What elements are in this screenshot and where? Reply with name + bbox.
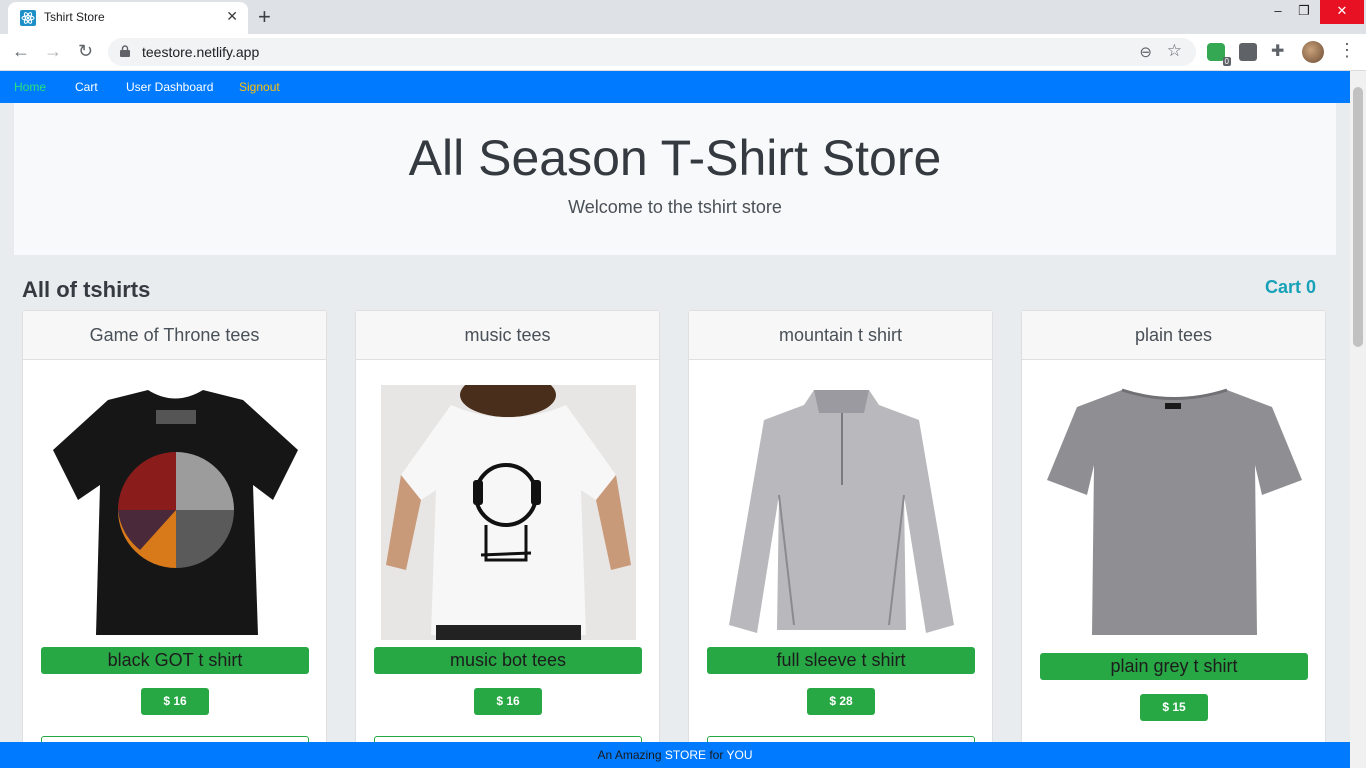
product-name-badge: plain grey t shirt [1040,653,1308,680]
page-subtitle: Welcome to the tshirt store [568,197,782,217]
extension-badge: 0 [1222,57,1231,66]
profile-avatar[interactable] [1302,41,1324,63]
product-image-got-tshirt [53,390,298,635]
back-icon[interactable]: ← [12,41,30,62]
product-name-badge: black GOT t shirt [41,647,309,674]
product-name-badge: music bot tees [374,647,642,674]
site-navbar: Home Cart User Dashboard Signout [0,71,1350,103]
extension-shield-icon[interactable]: 0 [1207,43,1231,66]
cart-count-link[interactable]: Cart 0 [1265,277,1316,298]
product-category: plain tees [1022,311,1325,360]
window-close-button[interactable]: ✕ [1320,0,1364,24]
extensions-puzzle-icon[interactable]: ✚ [1271,41,1289,60]
new-tab-icon[interactable]: + [258,4,271,30]
tab-close-icon[interactable]: ✕ [226,8,238,25]
product-category: music tees [356,311,659,360]
page-title: All Season T-Shirt Store [408,130,942,186]
bookmark-star-icon[interactable]: ☆ [1167,41,1182,61]
product-image-full-sleeve-shirt [729,390,954,633]
tab-title: Tshirt Store [44,10,105,24]
product-price-button[interactable]: $ 16 [474,688,542,715]
page-scrollbar[interactable] [1350,71,1366,768]
address-bar[interactable]: teestore.netlify.app ⊖ ☆ [108,38,1196,66]
page-viewport: Home Cart User Dashboard Signout All Sea… [0,71,1350,768]
product-card: music tees music bot tees $ 16 [355,310,660,768]
extension-lastpass-icon[interactable] [1239,43,1257,61]
product-card: plain tees plain grey t shirt $ 15 [1021,310,1326,768]
nav-cart-link[interactable]: Cart [75,80,98,94]
jumbotron: All Season T-Shirt Store Welcome to the … [14,103,1336,255]
scrollbar-thumb[interactable] [1353,87,1363,347]
forward-icon[interactable]: → [44,41,62,62]
nav-user-dashboard-link[interactable]: User Dashboard [126,80,213,94]
react-logo-icon [20,10,36,26]
browser-toolbar: ← → ↻ teestore.netlify.app ⊖ ☆ 0 ✚ ⋮ [0,34,1366,71]
url-text: teestore.netlify.app [142,44,260,60]
product-card: mountain t shirt full sleeve t shirt $ 2… [688,310,993,768]
browser-tab[interactable]: Tshirt Store ✕ [8,2,248,34]
product-category: Game of Throne tees [23,311,326,360]
footer-middle: for [709,748,724,762]
product-card: Game of Throne tees black GOT t shirt $ … [22,310,327,768]
zoom-icon[interactable]: ⊖ [1139,43,1152,61]
lock-icon [120,45,130,57]
products-heading: All of tshirts [22,277,151,302]
reload-icon[interactable]: ↻ [78,41,93,62]
footer-you: YOU [726,748,753,762]
product-category: mountain t shirt [689,311,992,360]
browser-tab-strip: Tshirt Store ✕ + – ❐ ✕ [0,0,1366,34]
site-footer: An Amazing STORE for YOU [0,742,1350,768]
product-image-plain-grey-tee [1047,388,1302,635]
product-image-music-bot-tee [381,385,636,640]
nav-signout-link[interactable]: Signout [239,80,280,94]
browser-menu-icon[interactable]: ⋮ [1338,40,1356,61]
footer-prefix: An Amazing [597,748,662,762]
nav-home-link[interactable]: Home [14,80,46,94]
product-price-button[interactable]: $ 15 [1140,694,1208,721]
product-name-badge: full sleeve t shirt [707,647,975,674]
product-price-button[interactable]: $ 28 [807,688,875,715]
product-price-button[interactable]: $ 16 [141,688,209,715]
footer-store: STORE [664,748,706,762]
